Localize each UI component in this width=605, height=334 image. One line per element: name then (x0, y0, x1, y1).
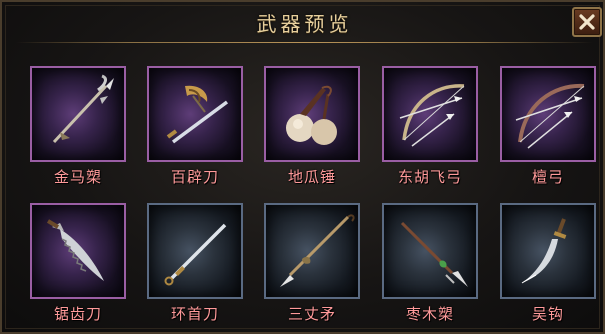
weapon-preview-window: 武器预览 金马槊 百辟刀 地瓜锤 东胡飞弓 檀弓 锯齿刀 环首刀 三丈矛 枣木槊… (0, 0, 605, 334)
weapon-name: 吴钩 (531, 305, 564, 323)
weapon-name: 百辟刀 (170, 168, 219, 186)
bow-icon (515, 83, 585, 149)
window-title: 武器预览 (256, 12, 353, 36)
weapon-slot-frame (264, 66, 360, 162)
weapon-card[interactable]: 锯齿刀 (30, 203, 126, 323)
weapon-card[interactable]: 檀弓 (500, 66, 596, 186)
weapon-card[interactable]: 环首刀 (147, 203, 243, 323)
weapon-slot-frame (264, 203, 360, 299)
weapon-name: 环首刀 (170, 305, 219, 323)
spear-icon (52, 74, 114, 144)
weapon-name: 枣木槊 (405, 305, 454, 323)
mace-icon (286, 85, 337, 145)
close-icon (579, 14, 595, 30)
weapon-card[interactable]: 三丈矛 (264, 203, 360, 323)
saw-blade-icon (46, 219, 104, 281)
sword-icon (166, 85, 229, 144)
weapon-card[interactable]: 东胡飞弓 (382, 66, 478, 186)
weapon-card[interactable]: 地瓜锤 (264, 66, 360, 186)
weapon-slot-frame (147, 203, 243, 299)
weapon-name: 金马槊 (53, 168, 102, 186)
weapon-name: 三丈矛 (287, 305, 336, 323)
weapon-card[interactable]: 吴钩 (500, 203, 596, 323)
weapon-name: 锯齿刀 (53, 305, 102, 323)
bow-icon (399, 84, 465, 147)
weapon-slot-frame (500, 203, 596, 299)
hook-blade-icon (521, 218, 567, 284)
weapon-name: 地瓜锤 (287, 168, 336, 186)
title-bar: 武器预览 (2, 2, 603, 43)
spear-icon (280, 214, 355, 287)
weapon-card[interactable]: 百辟刀 (147, 66, 243, 186)
spear-icon (400, 221, 468, 287)
weapon-slot-frame (500, 66, 596, 162)
weapon-card[interactable]: 金马槊 (30, 66, 126, 186)
close-button[interactable] (572, 7, 602, 37)
weapon-slot-frame (30, 66, 126, 162)
title-divider (16, 42, 593, 43)
sword-icon (164, 223, 227, 286)
weapon-slot-frame (382, 66, 478, 162)
weapon-name: 东胡飞弓 (397, 168, 462, 186)
weapon-slot-frame (382, 203, 478, 299)
weapon-card[interactable]: 枣木槊 (382, 203, 478, 323)
weapon-slot-frame (30, 203, 126, 299)
weapon-slot-frame (147, 66, 243, 162)
weapon-name: 檀弓 (531, 168, 564, 186)
